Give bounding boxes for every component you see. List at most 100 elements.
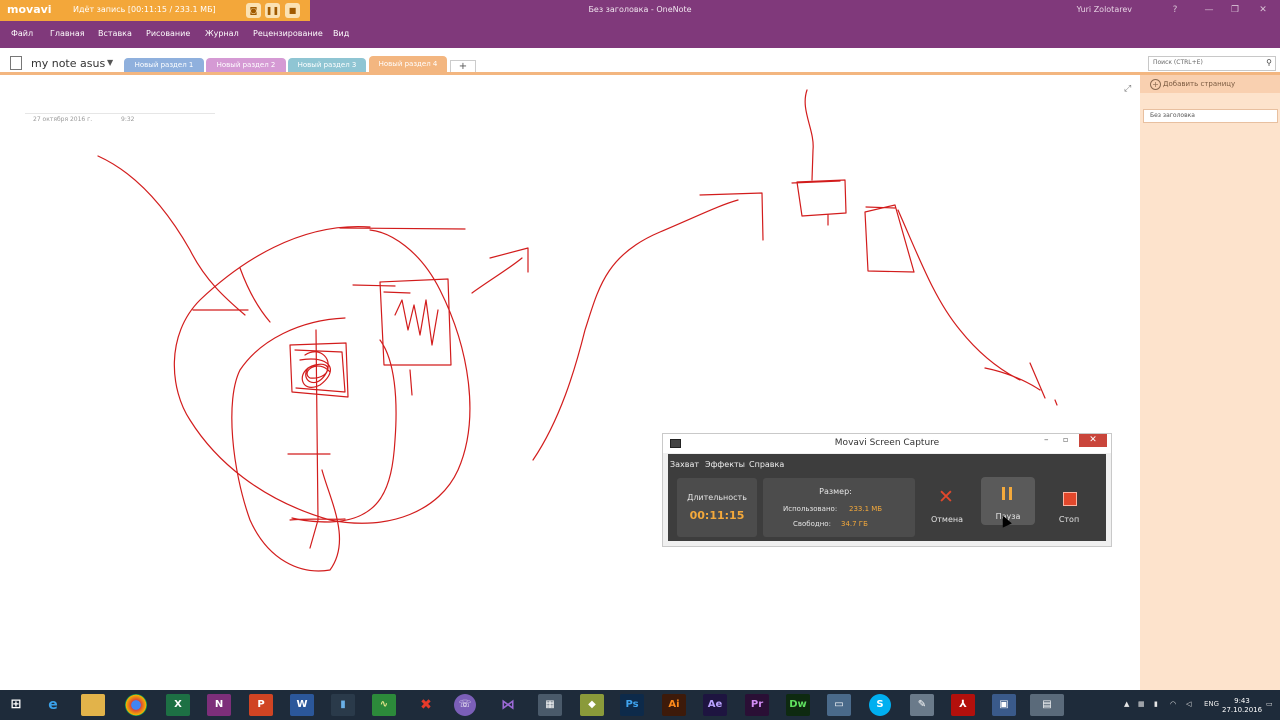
taskbar-clock[interactable]: 9:43 27.10.2016 bbox=[1222, 697, 1262, 715]
size-label: Размер: bbox=[819, 487, 852, 496]
tray-power-icon[interactable]: ▮ bbox=[1154, 700, 1158, 708]
tray-language[interactable]: ENG bbox=[1204, 700, 1219, 708]
tab-section-4[interactable]: Новый раздел 4 bbox=[369, 56, 447, 73]
tray-network-icon[interactable]: ▦ bbox=[1138, 700, 1145, 708]
search-input[interactable]: Поиск (CTRL+E) ⚲ bbox=[1148, 56, 1276, 71]
note-canvas[interactable] bbox=[0, 75, 1140, 690]
powerpoint-icon[interactable]: P bbox=[249, 694, 273, 716]
premiere-icon[interactable]: Pr bbox=[745, 694, 769, 716]
xmind-icon[interactable]: ✖ bbox=[414, 694, 438, 716]
file-explorer-icon[interactable] bbox=[81, 694, 105, 716]
size-panel: Размер: Использовано: 233.1 МБ Свободно:… bbox=[763, 478, 915, 537]
cancel-label: Отмена bbox=[930, 515, 964, 524]
cancel-button[interactable]: ✕ Отмена bbox=[920, 485, 974, 525]
recording-status: Идёт запись [00:11:15 / 233.1 МБ] bbox=[73, 5, 216, 14]
camera-icon[interactable]: ◙ bbox=[246, 3, 261, 18]
ribbon-menu: Файл Главная Вставка Рисование Журнал Ре… bbox=[0, 22, 1280, 48]
stop-icon[interactable]: ■ bbox=[285, 3, 300, 18]
cancel-icon: ✕ bbox=[938, 486, 954, 508]
duration-label: Длительность bbox=[687, 493, 747, 502]
notebook-icon bbox=[10, 56, 22, 70]
movavi-recording-bar: movavi Идёт запись [00:11:15 / 233.1 МБ]… bbox=[0, 0, 310, 21]
capture-window-titlebar: Movavi Screen Capture – ▫ ✕ bbox=[663, 434, 1111, 453]
menu-draw[interactable]: Рисование bbox=[146, 29, 190, 38]
add-page-button[interactable]: + Добавить страницу bbox=[1140, 75, 1280, 93]
free-label: Свободно: bbox=[793, 520, 831, 528]
duration-panel: Длительность 00:11:15 bbox=[677, 478, 757, 537]
maximize-button[interactable]: ❐ bbox=[1226, 3, 1244, 17]
taskbar: ⊞ e X N P W ▮ ∿ ✖ ☏ ⋈ ▦ ◆ Ps Ai Ae Pr Dw… bbox=[0, 690, 1280, 720]
chevron-down-icon[interactable]: ▼ bbox=[107, 58, 113, 67]
page-date: 27 октября 2016 г. bbox=[33, 116, 93, 123]
minimize-button[interactable]: — bbox=[1200, 3, 1218, 17]
screen-app-icon[interactable]: ▣ bbox=[992, 694, 1016, 716]
expand-icon[interactable]: ⤢ bbox=[1124, 84, 1131, 94]
clock-date: 27.10.2016 bbox=[1222, 706, 1263, 714]
internet-explorer-icon[interactable]: e bbox=[41, 694, 65, 716]
clock-time: 9:43 bbox=[1234, 697, 1250, 705]
menu-file[interactable]: Файл bbox=[11, 29, 33, 38]
close-button[interactable]: ✕ bbox=[1254, 3, 1272, 17]
chart-app-icon[interactable]: ▮ bbox=[331, 694, 355, 716]
chrome-icon[interactable] bbox=[125, 694, 147, 716]
gpu-app-icon[interactable]: ◆ bbox=[580, 694, 604, 716]
tab-section-3[interactable]: Новый раздел 3 bbox=[288, 58, 366, 72]
capture-minimize-button[interactable]: – bbox=[1044, 435, 1049, 445]
movavi-capture-taskbar-icon[interactable]: ▤ bbox=[1030, 694, 1064, 716]
tool-app-icon[interactable]: ✎ bbox=[910, 694, 934, 716]
user-name[interactable]: Yuri Zolotarev bbox=[1077, 5, 1132, 14]
menu-view[interactable]: Вид bbox=[333, 29, 349, 38]
movavi-capture-window: Movavi Screen Capture – ▫ ✕ Захват Эффек… bbox=[662, 433, 1112, 547]
dreamweaver-icon[interactable]: Dw bbox=[786, 694, 810, 716]
capture-menu-capture[interactable]: Захват bbox=[670, 460, 699, 469]
used-value: 233.1 МБ bbox=[849, 505, 883, 513]
free-value: 34.7 ГБ bbox=[841, 520, 868, 528]
duration-value: 00:11:15 bbox=[689, 509, 745, 522]
tab-section-2[interactable]: Новый раздел 2 bbox=[206, 58, 286, 72]
page-list-item-label: Без заголовка bbox=[1150, 112, 1195, 119]
capture-menu-effects[interactable]: Эффекты bbox=[705, 460, 745, 469]
menu-insert[interactable]: Вставка bbox=[98, 29, 132, 38]
illustrator-icon[interactable]: Ai bbox=[662, 694, 686, 716]
capture-close-button[interactable]: ✕ bbox=[1079, 434, 1107, 447]
skype-icon[interactable]: S bbox=[869, 694, 891, 716]
help-icon[interactable]: ? bbox=[1166, 3, 1184, 17]
after-effects-icon[interactable]: Ae bbox=[703, 694, 727, 716]
windows-start-icon[interactable]: ⊞ bbox=[4, 694, 28, 716]
page-list-pane: + Добавить страницу Без заголовка bbox=[1140, 75, 1280, 690]
acrobat-icon[interactable]: ⅄ bbox=[951, 694, 975, 716]
pause-icon bbox=[1002, 487, 1014, 500]
remote-desktop-icon[interactable]: ▭ bbox=[827, 694, 851, 716]
menu-review[interactable]: Рецензирование bbox=[253, 29, 323, 38]
page-time: 9:32 bbox=[121, 116, 135, 123]
notebook-name[interactable]: my note asus bbox=[31, 57, 105, 70]
word-icon[interactable]: W bbox=[290, 694, 314, 716]
tray-wifi-icon[interactable]: ◠ bbox=[1170, 700, 1176, 708]
search-placeholder: Поиск (CTRL+E) bbox=[1153, 59, 1203, 66]
notifications-icon[interactable]: ▭ bbox=[1266, 700, 1273, 708]
capture-menu-help[interactable]: Справка bbox=[749, 460, 784, 469]
plus-circle-icon: + bbox=[1150, 79, 1161, 90]
stop-button[interactable]: Стоп bbox=[1042, 485, 1096, 525]
excel-icon[interactable]: X bbox=[166, 694, 190, 716]
page-list-item[interactable]: Без заголовка bbox=[1143, 109, 1278, 123]
network-app-icon[interactable]: ▦ bbox=[538, 694, 562, 716]
capture-maximize-button[interactable]: ▫ bbox=[1063, 435, 1068, 444]
page-title-line bbox=[25, 113, 215, 114]
section-tab-strip: my note asus ▼ Новый раздел 1 Новый разд… bbox=[0, 48, 1280, 75]
used-label: Использовано: bbox=[783, 505, 838, 513]
tray-expand-icon[interactable]: ▲ bbox=[1124, 700, 1129, 708]
movavi-logo: movavi bbox=[7, 3, 52, 16]
viber-icon[interactable]: ☏ bbox=[454, 694, 476, 716]
search-icon[interactable]: ⚲ bbox=[1266, 58, 1272, 67]
stop-label: Стоп bbox=[1058, 515, 1080, 524]
green-app-icon[interactable]: ∿ bbox=[372, 694, 396, 716]
menu-history[interactable]: Журнал bbox=[205, 29, 239, 38]
onenote-icon[interactable]: N bbox=[207, 694, 231, 716]
tray-volume-icon[interactable]: ◁ bbox=[1186, 700, 1191, 708]
pause-icon[interactable]: ❚❚ bbox=[265, 3, 280, 18]
photoshop-icon[interactable]: Ps bbox=[620, 694, 644, 716]
tab-section-1[interactable]: Новый раздел 1 bbox=[124, 58, 204, 72]
menu-home[interactable]: Главная bbox=[50, 29, 85, 38]
visual-studio-icon[interactable]: ⋈ bbox=[496, 694, 520, 716]
